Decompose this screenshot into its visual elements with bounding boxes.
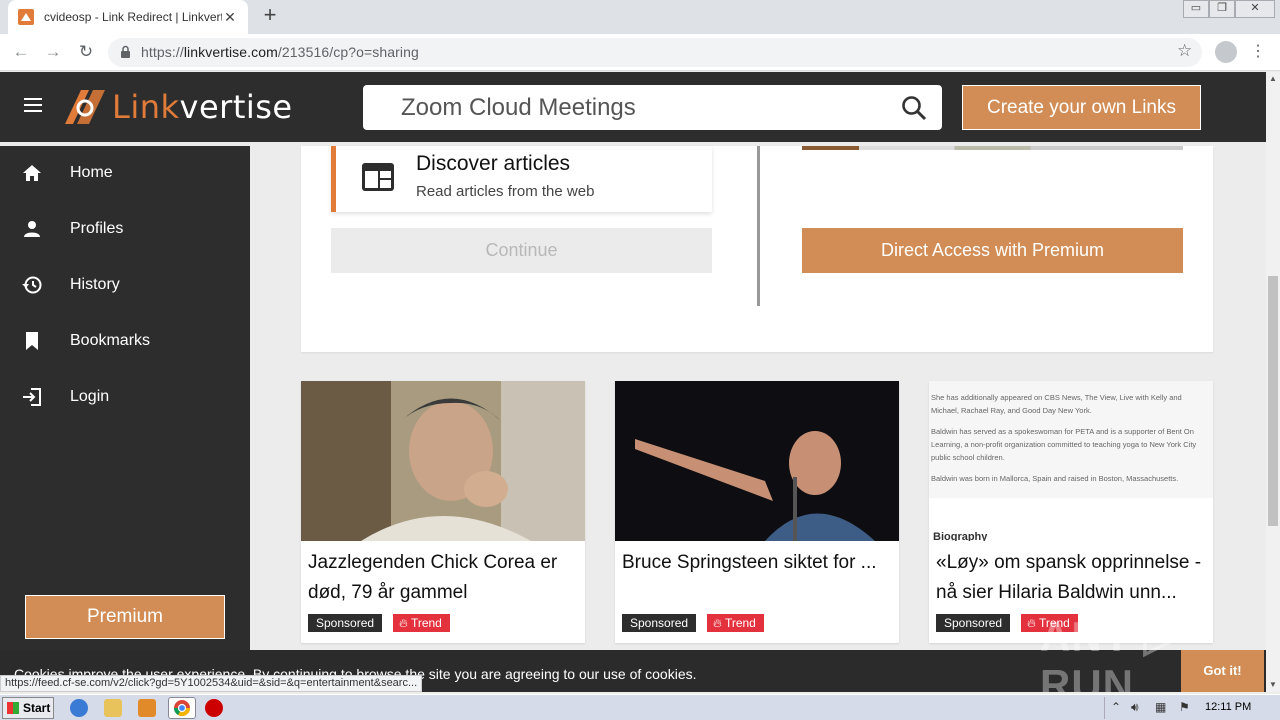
chrome-icon (173, 700, 191, 717)
sidebar-item-label: Bookmarks (70, 332, 151, 349)
article-card-title: Discover articles (416, 152, 571, 175)
news-title: «Løy» om spansk opprinnelse - nå sier Hi… (936, 552, 1202, 603)
scroll-up-arrow-icon[interactable]: ▲ (1266, 72, 1280, 86)
sidebar-item-label: Profiles (70, 220, 124, 237)
preview-image (802, 146, 1183, 150)
logo-wordmark[interactable]: Linkvertise (112, 87, 293, 127)
search-input[interactable]: Zoom Cloud Meetings (363, 85, 942, 130)
system-tray: ⌃ 🔊︎ ▦ ⚑ 12:11 PM (1104, 697, 1280, 719)
volume-icon[interactable]: 🔊︎ (1131, 700, 1139, 715)
news-image (615, 381, 899, 541)
url-text: https://linkvertise.com/213516/cp?o=shar… (141, 44, 419, 60)
link-status-bubble: https://feed.cf-se.com/v2/click?gd=5Y100… (0, 675, 423, 692)
start-button[interactable]: Start (2, 697, 54, 719)
discover-articles-card[interactable]: Discover articles Read articles from the… (331, 146, 712, 212)
sidebar-item-home[interactable]: Home (0, 153, 250, 193)
article-card-subtitle: Read articles from the web (416, 183, 595, 200)
news-card[interactable]: Jazzlegenden Chick Corea er død, 79 år g… (301, 381, 585, 643)
trend-badge: 🔥︎ Trend (393, 614, 450, 632)
linkvertise-logo-icon[interactable] (63, 86, 107, 128)
security-alert-icon[interactable] (205, 699, 223, 717)
sponsored-badge: Sponsored (622, 614, 697, 632)
chrome-taskbar-button[interactable] (168, 697, 196, 719)
premium-button[interactable]: Premium (25, 595, 225, 639)
browser-toolbar: ← → ↻ https://linkvertise.com/213516/cp?… (0, 34, 1280, 71)
create-links-button[interactable]: Create your own Links (962, 85, 1201, 130)
bookmark-star-icon[interactable]: ☆ (1177, 41, 1192, 61)
back-arrow-icon[interactable]: ← (9, 41, 33, 65)
flame-icon: 🔥︎ (399, 616, 408, 630)
hamburger-menu-icon[interactable] (24, 98, 42, 112)
news-image: She has additionally appeared on CBS New… (929, 381, 1213, 541)
news-image (301, 381, 585, 541)
clock: 12:11 PM (1205, 701, 1252, 713)
history-icon (22, 276, 42, 294)
page-scrollbar[interactable]: ▲ ▼ (1266, 72, 1280, 692)
continue-button[interactable]: Continue (331, 228, 712, 273)
minimize-button[interactable]: ▭ (1183, 0, 1209, 18)
search-icon[interactable] (901, 95, 927, 121)
windows-taskbar: Start ⌃ 🔊︎ ▦ ⚑ 12:11 PM (0, 694, 1280, 720)
news-card[interactable]: Bruce Springsteen siktet for ... Sponsor… (615, 381, 899, 643)
profile-avatar-icon[interactable] (1215, 41, 1237, 63)
windows-flag-icon (7, 702, 19, 714)
sidebar-item-profiles[interactable]: Profiles (0, 209, 250, 249)
news-card[interactable]: She has additionally appeared on CBS New… (929, 381, 1213, 643)
tab-close-icon[interactable]: ✕ (222, 9, 238, 26)
maximize-button[interactable]: ❐ (1209, 0, 1235, 18)
article-icon (362, 163, 394, 191)
sidebar: Home Profiles History Bookmarks Login Pr… (0, 146, 250, 692)
folder-icon[interactable] (104, 699, 122, 717)
forward-arrow-icon[interactable]: → (41, 41, 65, 65)
browser-menu-icon[interactable]: ⋮ (1250, 41, 1266, 63)
close-window-button[interactable]: ✕ (1235, 0, 1275, 18)
new-tab-button[interactable]: + (258, 4, 282, 28)
network-icon[interactable]: ▦ (1155, 700, 1166, 714)
sponsored-badge: Sponsored (308, 614, 383, 632)
anyrun-watermark: ANY ▷ RUN (1040, 613, 1177, 692)
media-player-icon[interactable] (138, 699, 156, 717)
ie-icon[interactable] (70, 699, 88, 717)
sidebar-item-label: History (70, 276, 120, 293)
news-title: Jazzlegenden Chick Corea er død, 79 år g… (308, 552, 558, 603)
linkvertise-favicon-icon (18, 9, 34, 25)
page-viewport: Linkvertise Zoom Cloud Meetings Create y… (0, 72, 1266, 692)
sponsored-badge: Sponsored (936, 614, 1011, 632)
search-value: Zoom Cloud Meetings (401, 94, 636, 121)
flag-icon[interactable]: ⚑ (1179, 700, 1190, 714)
sidebar-item-label: Home (70, 164, 113, 181)
person-icon (24, 221, 40, 237)
news-title: Bruce Springsteen siktet for ... (622, 552, 877, 573)
sidebar-item-bookmarks[interactable]: Bookmarks (0, 321, 250, 361)
tab-title: cvideosp - Link Redirect | Linkvertise (44, 10, 222, 24)
scroll-down-arrow-icon[interactable]: ▼ (1266, 678, 1280, 692)
flame-icon: 🔥︎ (1027, 616, 1036, 630)
scroll-thumb[interactable] (1268, 276, 1278, 526)
sidebar-item-history[interactable]: History (0, 265, 250, 305)
browser-tab[interactable]: cvideosp - Link Redirect | Linkvertise ✕ (8, 0, 248, 34)
lock-icon (121, 45, 130, 58)
access-panel: Discover articles Read articles from the… (301, 146, 1213, 352)
site-header: Linkvertise Zoom Cloud Meetings Create y… (0, 72, 1266, 142)
flame-icon: 🔥︎ (713, 616, 722, 630)
home-icon (23, 165, 41, 181)
bookmark-icon (26, 332, 38, 350)
sidebar-item-label: Login (70, 388, 110, 405)
trend-badge: 🔥︎ Trend (707, 614, 764, 632)
login-icon (23, 388, 41, 406)
panel-divider (757, 146, 760, 306)
direct-access-button[interactable]: Direct Access with Premium (802, 228, 1183, 273)
reload-icon[interactable]: ↻ (74, 41, 98, 65)
tray-expand-icon[interactable]: ⌃ (1111, 700, 1121, 714)
address-bar[interactable]: https://linkvertise.com/213516/cp?o=shar… (108, 38, 1202, 67)
browser-tab-strip: cvideosp - Link Redirect | Linkvertise ✕… (0, 0, 1280, 34)
sidebar-item-login[interactable]: Login (0, 377, 250, 417)
